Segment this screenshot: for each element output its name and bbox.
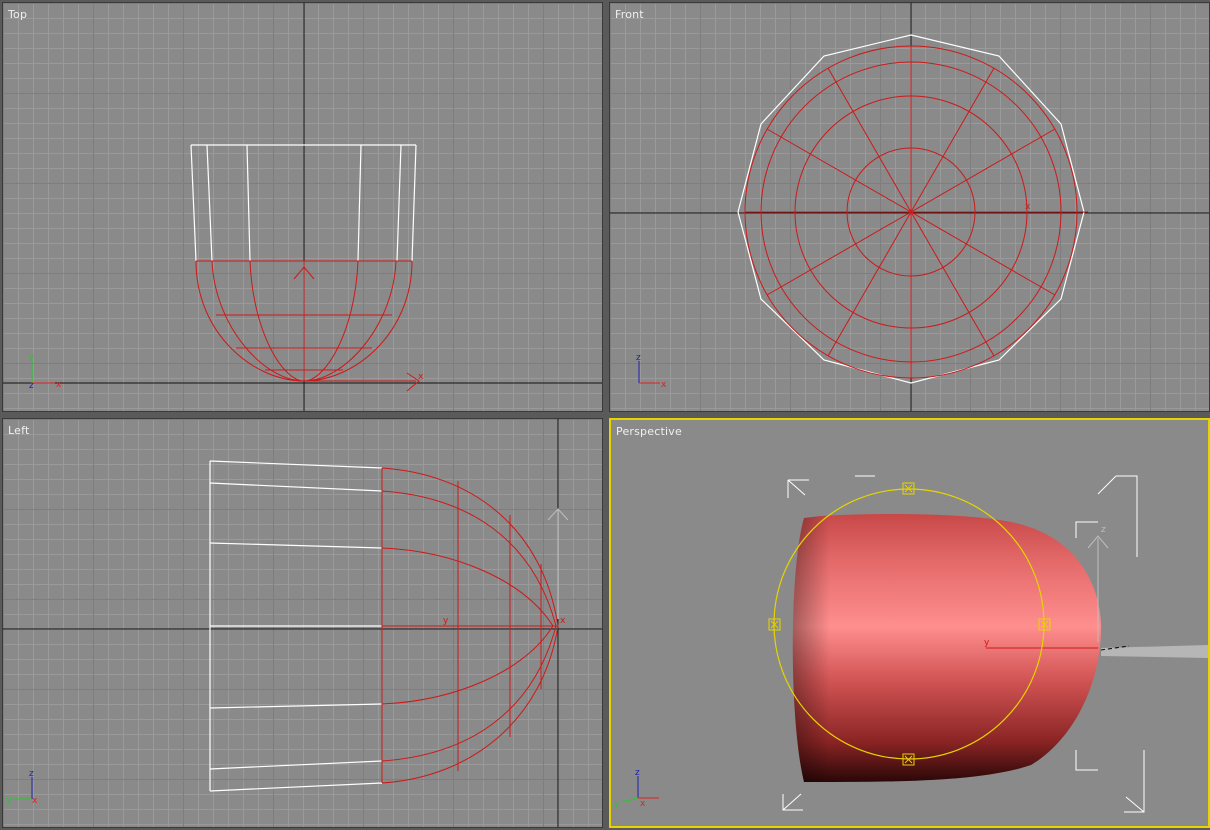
svg-text:z: z	[1101, 525, 1106, 535]
perspective-view-scene: z y z y x	[614, 475, 1208, 813]
viewport-front[interactable]: Front x z x	[609, 2, 1210, 412]
gizmo-y-label-left: y	[443, 616, 449, 626]
svg-text:z: z	[29, 381, 34, 391]
red-mesh-front: x	[744, 45, 1088, 379]
axis-tripod-front: z x	[636, 353, 667, 390]
svg-text:x: x	[640, 799, 646, 809]
viewport-perspective[interactable]: Perspective z y z y x	[609, 418, 1210, 828]
viewport-top[interactable]: Top x y x z	[2, 2, 603, 412]
axis-tripod-perspective: z y x	[614, 768, 659, 809]
svg-text:z: z	[635, 768, 640, 778]
svg-text:y: y	[6, 796, 12, 806]
gizmo-x-label-left: x	[560, 616, 566, 626]
front-view-scene: x z x	[610, 3, 1209, 411]
svg-text:y: y	[29, 353, 35, 363]
gizmo-x-label-front: x	[1025, 202, 1031, 212]
red-mesh-top: x	[195, 260, 424, 392]
svg-text:z: z	[636, 353, 641, 363]
top-view-scene: x y x z	[3, 3, 602, 411]
gizmo-x-label-top: x	[418, 372, 424, 382]
left-view-scene: y x z y x	[3, 419, 602, 827]
svg-text:y: y	[984, 638, 990, 648]
viewport-left[interactable]: Left y x z y x	[2, 418, 603, 828]
ground-shadow	[1101, 645, 1208, 658]
svg-text:x: x	[32, 796, 38, 806]
red-mesh-left: y x	[381, 467, 566, 784]
svg-text:z: z	[29, 769, 34, 779]
axis-tripod-top: y x z	[29, 353, 62, 391]
svg-text:y: y	[614, 799, 620, 809]
gizmo-z-left	[547, 508, 569, 619]
svg-text:x: x	[56, 380, 62, 390]
axis-tripod-left: z y x	[6, 769, 38, 806]
svg-text:x: x	[661, 380, 667, 390]
white-mesh-left	[209, 460, 383, 792]
